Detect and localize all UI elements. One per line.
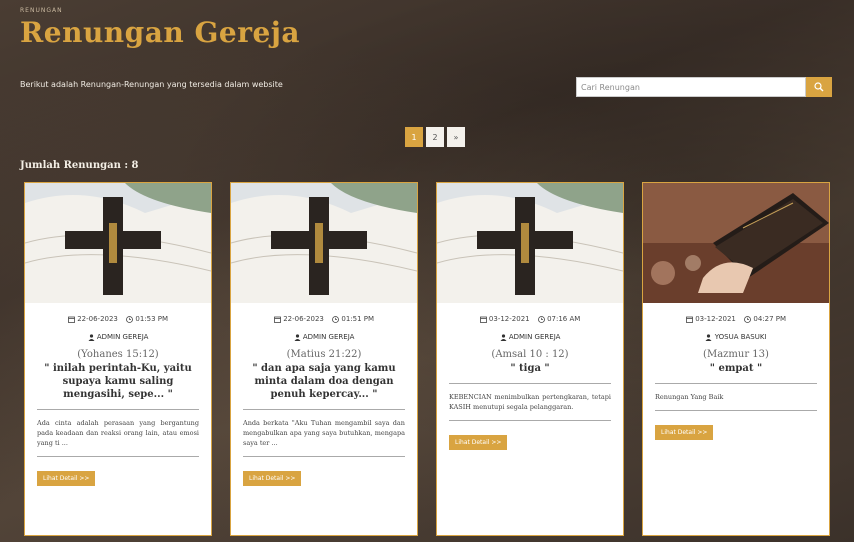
- search-icon: [814, 82, 824, 92]
- bible-in-hand-image: [643, 183, 829, 303]
- page-title: Renungan Gereja: [20, 16, 301, 49]
- post-meta: 03-12-2021 07:16 AM: [437, 315, 623, 323]
- post-author: ADMIN GEREJA: [25, 333, 211, 341]
- post-excerpt: Renungan Yang Baik: [655, 393, 724, 401]
- divider: [243, 456, 405, 457]
- post-quote: " inilah perintah-Ku, yaitu supaya kamu …: [44, 363, 192, 400]
- detail-button[interactable]: Lihat Detail >>: [243, 471, 302, 486]
- page-button-2[interactable]: 2: [426, 127, 444, 147]
- search-button[interactable]: [806, 77, 832, 97]
- renungan-card: 03-12-2021 04:27 PM YOSUA BASUKI (Mazmur…: [642, 182, 830, 536]
- user-icon: [705, 333, 712, 341]
- divider: [243, 409, 405, 410]
- post-date: 22-06-2023: [77, 315, 118, 323]
- divider: [655, 410, 817, 411]
- page-button-1[interactable]: 1: [405, 127, 423, 147]
- author-name: ADMIN GEREJA: [302, 333, 355, 341]
- user-icon: [88, 333, 95, 341]
- post-meta: 03-12-2021 04:27 PM: [643, 315, 829, 323]
- post-quote: " empat ": [709, 363, 763, 374]
- page-subtitle: Berikut adalah Renungan-Renungan yang te…: [20, 80, 283, 89]
- post-excerpt: KEBENCIAN menimbulkan pertengkaran, teta…: [449, 393, 611, 411]
- crucifix-image: [231, 183, 417, 303]
- crucifix-image: [437, 183, 623, 303]
- post-author: ADMIN GEREJA: [231, 333, 417, 341]
- renungan-card: 22-06-2023 01:51 PM ADMIN GEREJA (Matius…: [230, 182, 418, 536]
- post-quote: " dan apa saja yang kamu minta dalam doa…: [252, 363, 396, 400]
- clock-icon: [126, 315, 134, 323]
- clock-icon: [332, 315, 340, 323]
- clock-icon: [537, 315, 545, 323]
- divider: [37, 409, 199, 410]
- detail-button[interactable]: Lihat Detail >>: [37, 471, 96, 486]
- post-time: 07:16 AM: [547, 315, 581, 323]
- user-icon: [500, 333, 507, 341]
- post-date: 22-06-2023: [283, 315, 324, 323]
- divider: [655, 383, 817, 384]
- post-excerpt: Anda berkata "Aku Tuhan mengambil saya d…: [243, 419, 405, 447]
- renungan-card: 03-12-2021 07:16 AM ADMIN GEREJA (Amsal …: [436, 182, 624, 536]
- calendar-icon: [68, 316, 75, 323]
- renungan-card-list: 22-06-2023 01:53 PM ADMIN GEREJA (Yohane…: [24, 182, 830, 536]
- divider: [449, 420, 611, 421]
- post-author: ADMIN GEREJA: [437, 333, 623, 341]
- user-icon: [294, 333, 301, 341]
- post-author: YOSUA BASUKI: [643, 333, 829, 341]
- author-name: ADMIN GEREJA: [508, 333, 561, 341]
- author-name: YOSUA BASUKI: [714, 333, 767, 341]
- post-quote: " tiga ": [510, 363, 550, 374]
- post-time: 01:51 PM: [341, 315, 375, 323]
- page-next-button[interactable]: »: [447, 127, 465, 147]
- pagination: 1 2 »: [405, 127, 465, 147]
- post-meta: 22-06-2023 01:51 PM: [231, 315, 417, 323]
- clock-icon: [744, 315, 752, 323]
- divider: [37, 456, 199, 457]
- search-bar: [576, 77, 832, 97]
- calendar-icon: [274, 316, 281, 323]
- post-meta: 22-06-2023 01:53 PM: [25, 315, 211, 323]
- crucifix-image: [25, 183, 211, 303]
- author-name: ADMIN GEREJA: [96, 333, 149, 341]
- bible-reference: (Mazmur 13): [703, 349, 769, 360]
- renungan-card: 22-06-2023 01:53 PM ADMIN GEREJA (Yohane…: [24, 182, 212, 536]
- bible-reference: (Yohanes 15:12): [77, 349, 159, 360]
- detail-button[interactable]: Lihat Detail >>: [655, 425, 714, 440]
- post-time: 01:53 PM: [135, 315, 169, 323]
- top-label: RENUNGAN: [20, 7, 63, 14]
- renungan-count: Jumlah Renungan : 8: [20, 160, 139, 171]
- search-input[interactable]: [576, 77, 806, 97]
- post-excerpt: Ada cinta adalah perasaan yang bergantun…: [37, 419, 199, 447]
- calendar-icon: [479, 316, 487, 323]
- post-date: 03-12-2021: [488, 315, 530, 323]
- divider: [449, 383, 611, 384]
- calendar-icon: [686, 316, 693, 323]
- post-time: 04:27 PM: [753, 315, 787, 323]
- detail-button[interactable]: Lihat Detail >>: [449, 435, 508, 450]
- bible-reference: (Matius 21:22): [286, 349, 362, 360]
- bible-reference: (Amsal 10 : 12): [491, 349, 569, 360]
- post-date: 03-12-2021: [695, 315, 736, 323]
